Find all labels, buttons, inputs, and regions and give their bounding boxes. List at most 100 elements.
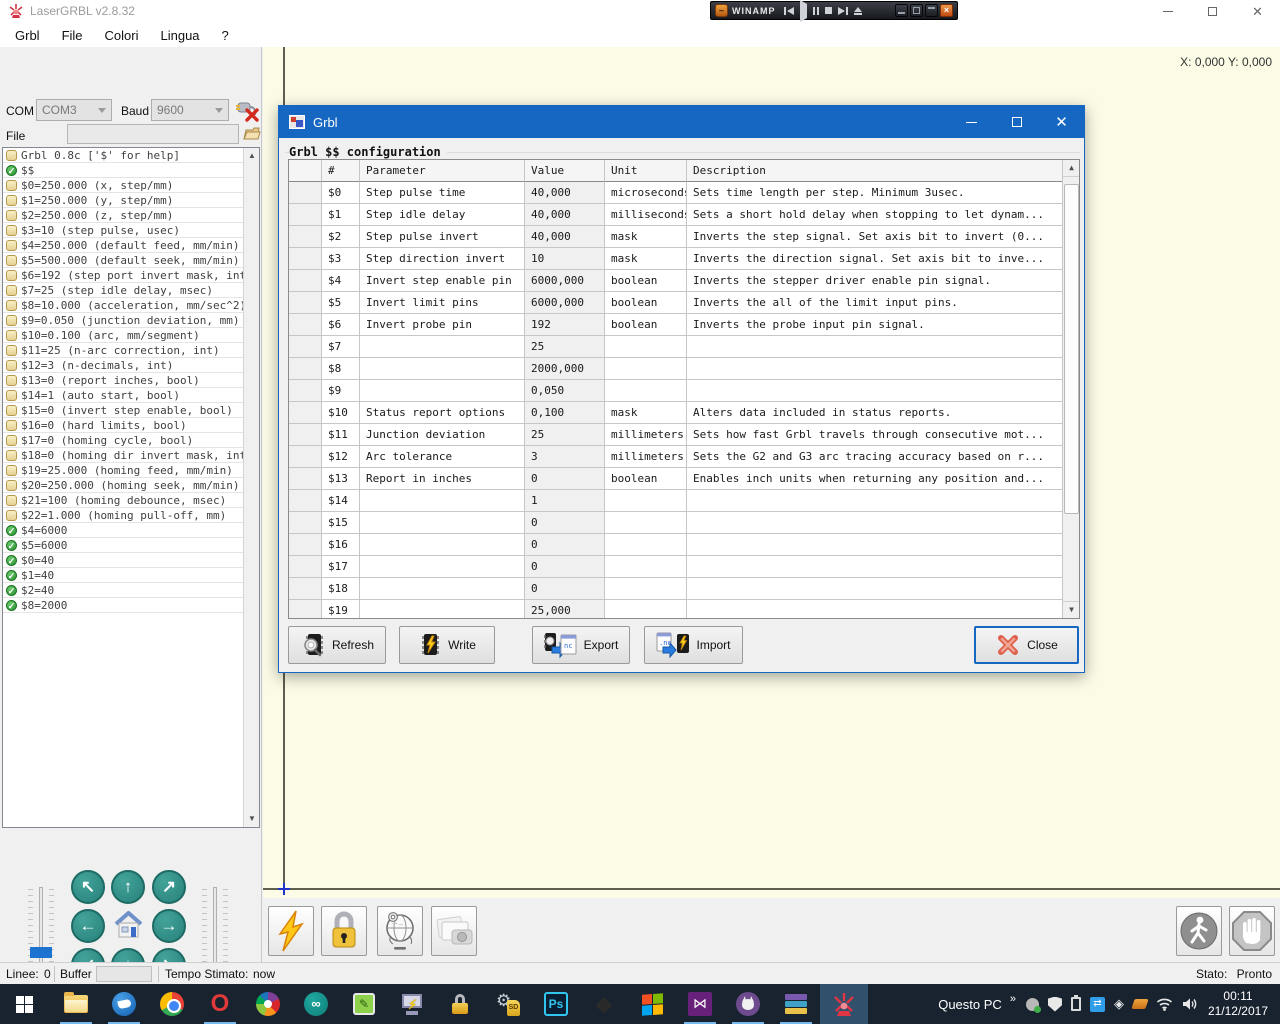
tray-usb-icon[interactable] xyxy=(1071,997,1081,1011)
cell-unit[interactable] xyxy=(605,556,687,578)
taskbar-icon-visual-studio[interactable]: ⋈ xyxy=(676,984,724,1024)
cell-parameter[interactable] xyxy=(360,512,525,534)
cell-parameter[interactable]: Junction deviation xyxy=(360,424,525,446)
log-line[interactable]: $11=25 (n-arc correction, int) xyxy=(3,343,259,358)
log-line[interactable]: $4=6000 xyxy=(3,523,259,538)
cell-unit[interactable] xyxy=(605,600,687,619)
scrollbar-thumb[interactable] xyxy=(1064,184,1079,514)
taskbar-icon-opera[interactable]: O xyxy=(196,984,244,1024)
taskbar-icon-windows-app[interactable] xyxy=(628,984,676,1024)
cell-id[interactable]: $12 xyxy=(322,446,360,468)
cell-id[interactable]: $4 xyxy=(322,270,360,292)
cell-description[interactable]: Alters data included in status reports. xyxy=(687,402,1064,424)
cell-id[interactable]: $8 xyxy=(322,358,360,380)
cell-unit[interactable]: boolean xyxy=(605,468,687,490)
winamp-maximize-button[interactable] xyxy=(910,4,923,17)
com-port-select[interactable]: COM3 xyxy=(36,99,112,121)
log-line[interactable]: $21=100 (homing debounce, msec) xyxy=(3,493,259,508)
config-table-row[interactable]: $7 25 xyxy=(289,336,1079,358)
cell-unit[interactable] xyxy=(605,578,687,600)
cell-parameter[interactable]: Step idle delay xyxy=(360,204,525,226)
cell-value[interactable]: 25 xyxy=(525,336,605,358)
cell-id[interactable]: $5 xyxy=(322,292,360,314)
log-line[interactable]: $5=500.000 (default seek, mm/min) xyxy=(3,253,259,268)
cell-value[interactable]: 0,100 xyxy=(525,402,605,424)
cell-value[interactable]: 6000,000 xyxy=(525,292,605,314)
baud-select[interactable]: 9600 xyxy=(151,99,229,121)
config-table-row[interactable]: $15 0 xyxy=(289,512,1079,534)
cell-id[interactable]: $7 xyxy=(322,336,360,358)
cell-parameter[interactable]: Arc tolerance xyxy=(360,446,525,468)
config-table-row[interactable]: $2 Step pulse invert 40,000 mask Inverts… xyxy=(289,226,1079,248)
cell-description[interactable] xyxy=(687,534,1064,556)
col-header-id[interactable]: # xyxy=(322,160,360,182)
cell-description[interactable]: Inverts the step signal. Set axis bit to… xyxy=(687,226,1064,248)
start-button[interactable] xyxy=(0,984,48,1024)
cell-value[interactable]: 192 xyxy=(525,314,605,336)
cell-value[interactable]: 6000,000 xyxy=(525,270,605,292)
taskbar-icon-lock-sync[interactable] xyxy=(436,984,484,1024)
cell-id[interactable]: $17 xyxy=(322,556,360,578)
config-table-row[interactable]: $0 Step pulse time 40,000 microseconds S… xyxy=(289,182,1079,204)
col-header-value[interactable]: Value xyxy=(525,160,605,182)
cell-description[interactable]: Sets how fast Grbl travels through conse… xyxy=(687,424,1064,446)
cell-id[interactable]: $0 xyxy=(322,182,360,204)
taskbar-icon-github[interactable] xyxy=(724,984,772,1024)
table-scrollbar[interactable]: ▲ ▼ xyxy=(1062,160,1079,618)
log-line[interactable]: $13=0 (report inches, bool) xyxy=(3,373,259,388)
feed-slider-thumb[interactable] xyxy=(30,947,52,958)
log-line[interactable]: $0=40 xyxy=(3,553,259,568)
config-table-row[interactable]: $3 Step direction invert 10 mask Inverts… xyxy=(289,248,1079,270)
config-table-row[interactable]: $5 Invert limit pins 6000,000 boolean In… xyxy=(289,292,1079,314)
cell-value[interactable]: 25,000 xyxy=(525,600,605,619)
log-line[interactable]: $14=1 (auto start, bool) xyxy=(3,388,259,403)
cell-value[interactable]: 2000,000 xyxy=(525,358,605,380)
cell-unit[interactable]: boolean xyxy=(605,314,687,336)
scroll-up-icon[interactable]: ▲ xyxy=(1063,160,1080,177)
log-line[interactable]: Grbl 0.8c ['$' for help] xyxy=(3,148,259,163)
cell-description[interactable]: Inverts the direction signal. Set axis b… xyxy=(687,248,1064,270)
cell-value[interactable]: 0 xyxy=(525,512,605,534)
cell-parameter[interactable]: Step direction invert xyxy=(360,248,525,270)
cell-description[interactable]: Inverts the probe input pin signal. xyxy=(687,314,1064,336)
cell-parameter[interactable] xyxy=(360,578,525,600)
log-line[interactable]: $7=25 (step idle delay, msec) xyxy=(3,283,259,298)
cell-id[interactable]: $11 xyxy=(322,424,360,446)
jog-up-button[interactable]: ↑ xyxy=(111,870,145,904)
cell-description[interactable] xyxy=(687,600,1064,619)
write-button[interactable]: Write xyxy=(399,626,495,664)
log-line[interactable]: $12=3 (n-decimals, int) xyxy=(3,358,259,373)
cell-id[interactable]: $14 xyxy=(322,490,360,512)
winamp-close-button[interactable]: × xyxy=(940,4,953,17)
cell-id[interactable]: $9 xyxy=(322,380,360,402)
cell-unit[interactable]: boolean xyxy=(605,292,687,314)
cell-id[interactable]: $16 xyxy=(322,534,360,556)
cell-description[interactable]: Sets the G2 and G3 arc tracing accuracy … xyxy=(687,446,1064,468)
cell-parameter[interactable] xyxy=(360,358,525,380)
cell-value[interactable]: 40,000 xyxy=(525,204,605,226)
log-scrollbar[interactable]: ▲ ▼ xyxy=(243,148,259,827)
col-header-description[interactable]: Description xyxy=(687,160,1064,182)
winamp-prev-button[interactable] xyxy=(784,7,794,15)
file-path-field[interactable] xyxy=(67,124,239,144)
config-table-row[interactable]: $17 0 xyxy=(289,556,1079,578)
taskbar-icon-notepadpp[interactable]: ✎ xyxy=(340,984,388,1024)
taskbar-icon-laplink[interactable]: ⚡︎ xyxy=(388,984,436,1024)
cell-id[interactable]: $2 xyxy=(322,226,360,248)
close-button[interactable]: Close xyxy=(974,626,1079,664)
stop-button[interactable] xyxy=(1229,906,1275,956)
menu-item[interactable]: File xyxy=(51,24,94,47)
cell-unit[interactable] xyxy=(605,490,687,512)
cell-description[interactable]: Enables inch units when returning any po… xyxy=(687,468,1064,490)
scroll-down-icon[interactable]: ▼ xyxy=(244,811,260,827)
config-table-row[interactable]: $6 Invert probe pin 192 boolean Inverts … xyxy=(289,314,1079,336)
log-line[interactable]: $1=250.000 (y, step/mm) xyxy=(3,193,259,208)
config-table-row[interactable]: $19 25,000 xyxy=(289,600,1079,619)
log-line[interactable]: $19=25.000 (homing feed, mm/min) xyxy=(3,463,259,478)
config-table-row[interactable]: $12 Arc tolerance 3 millimeters Sets the… xyxy=(289,446,1079,468)
cell-description[interactable] xyxy=(687,512,1064,534)
tray-wifi-icon[interactable] xyxy=(1156,997,1173,1011)
cell-id[interactable]: $19 xyxy=(322,600,360,619)
tray-utility-icon[interactable] xyxy=(1131,999,1148,1009)
trace-image-button[interactable] xyxy=(377,906,423,956)
